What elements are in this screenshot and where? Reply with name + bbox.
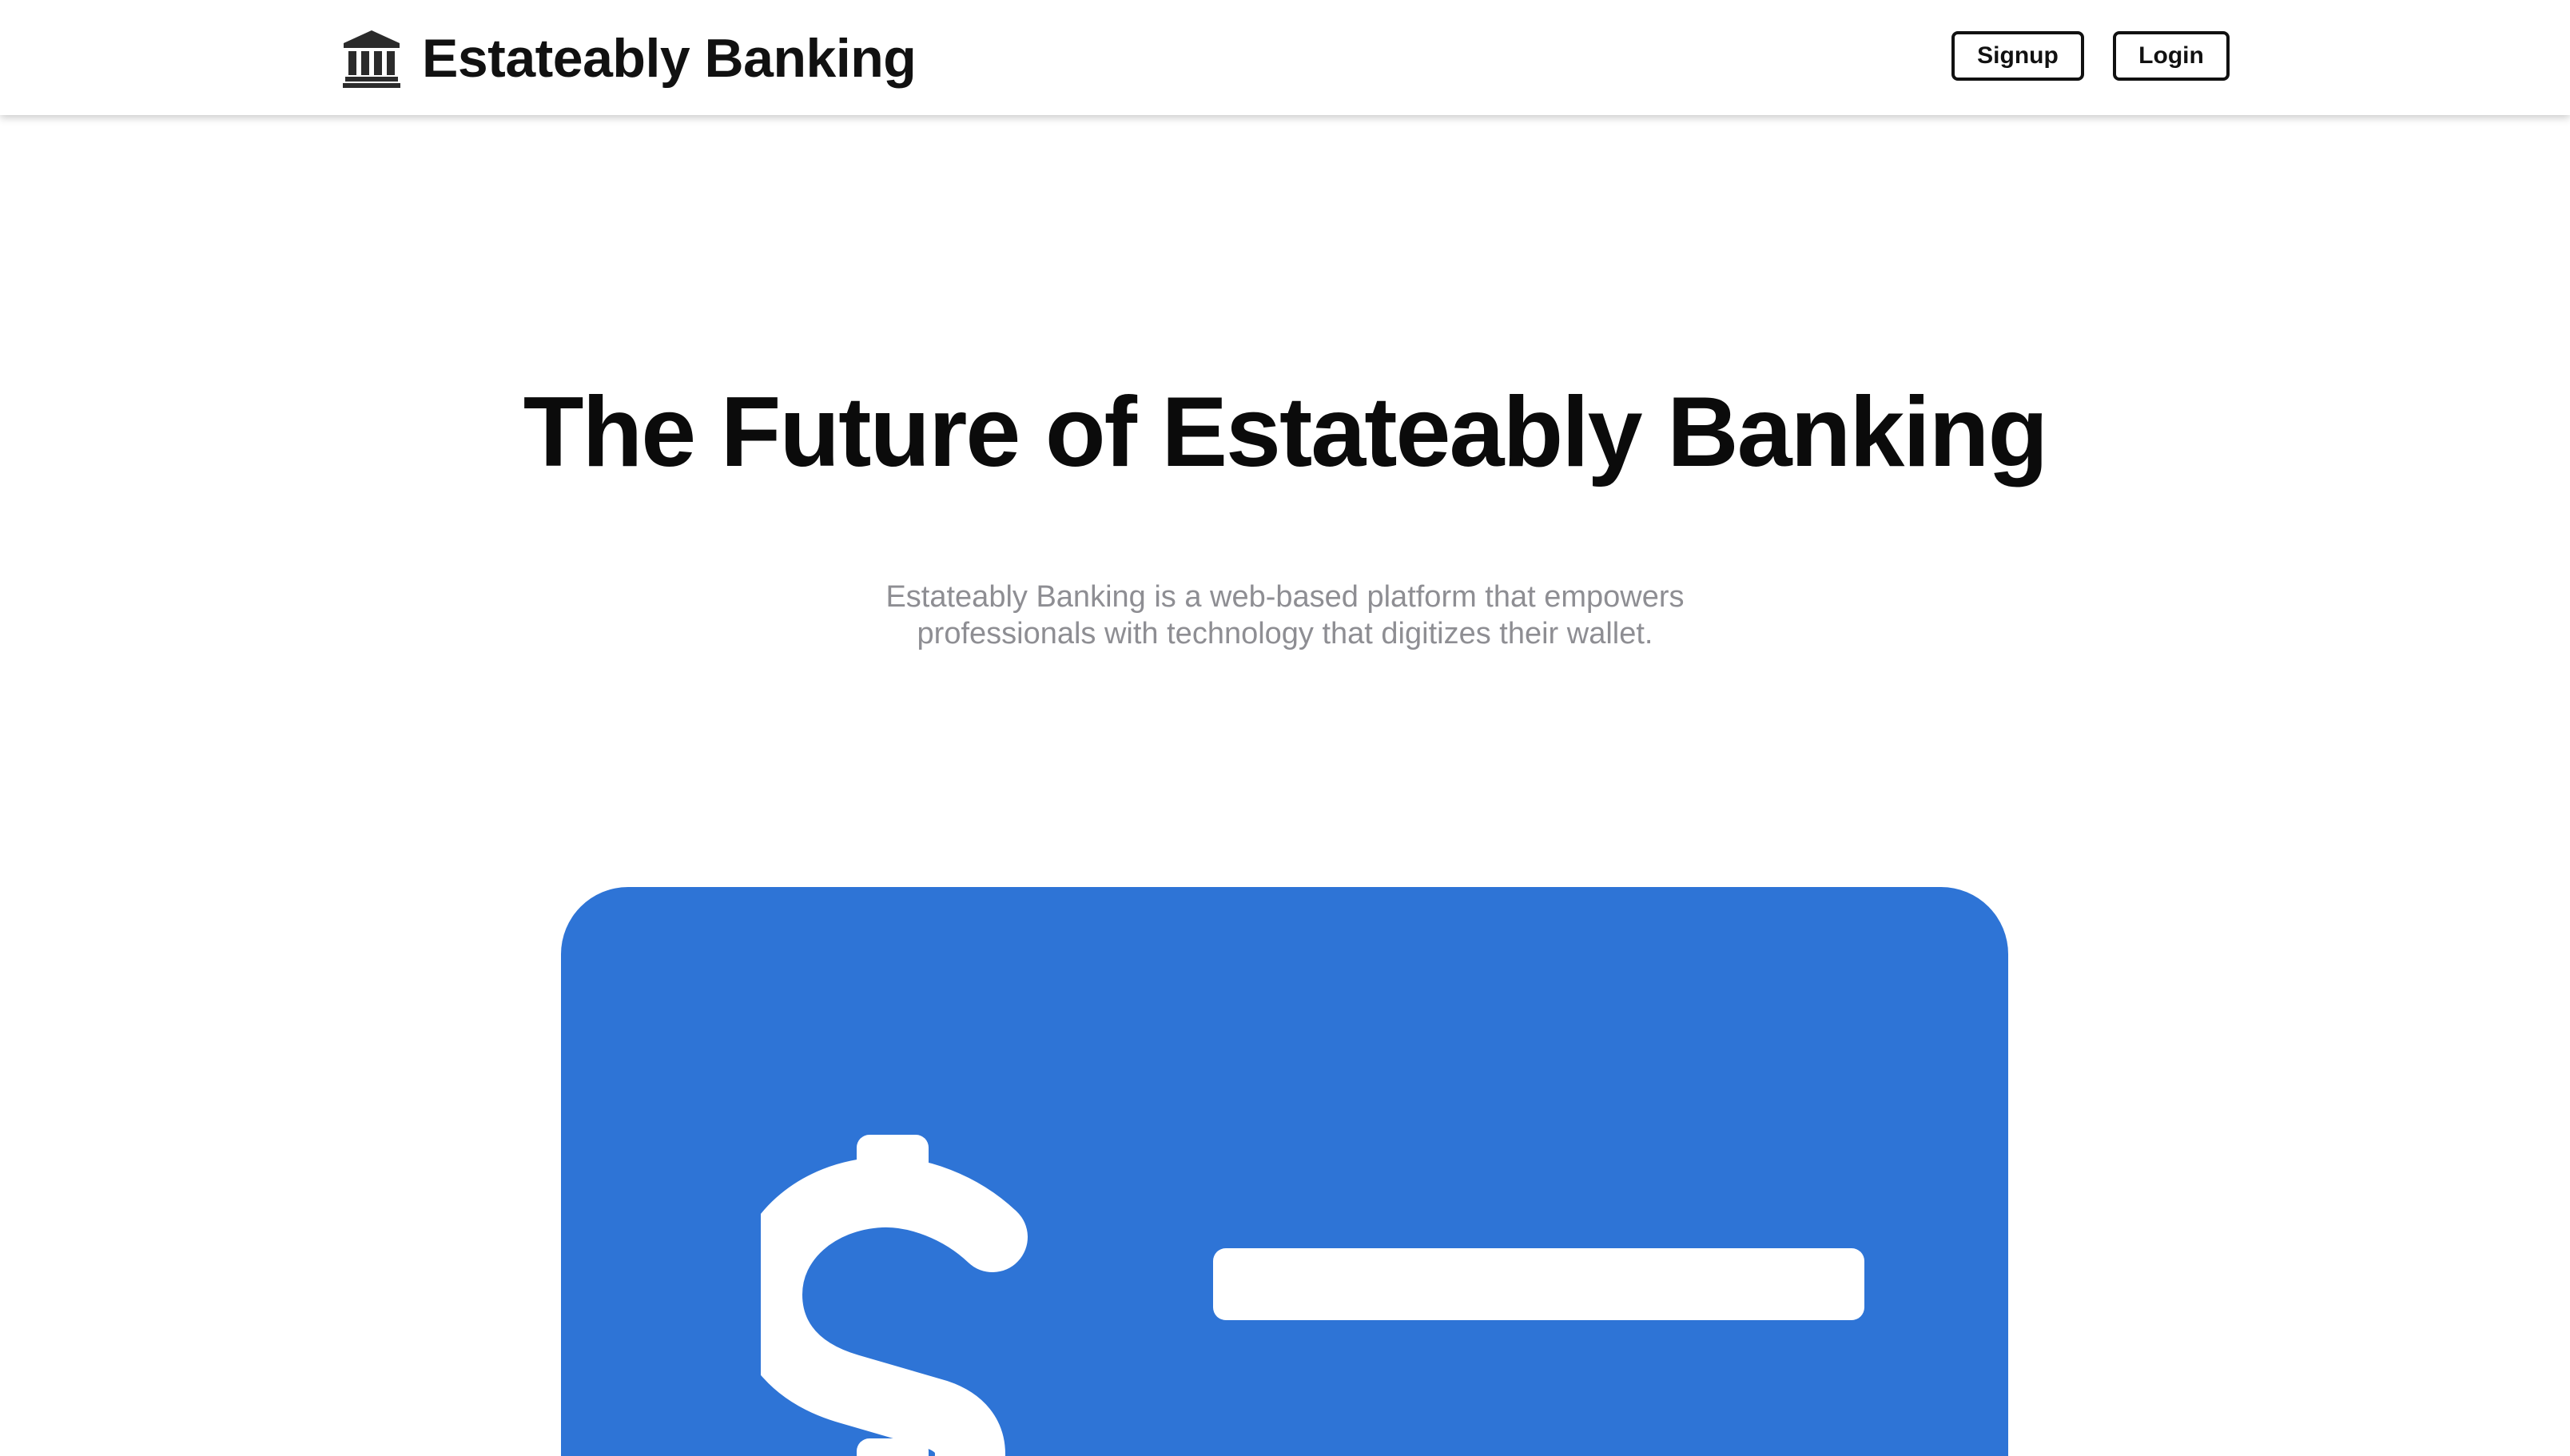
top-navbar: Estateably Banking Signup Login: [0, 0, 2570, 115]
signup-button[interactable]: Signup: [1951, 31, 2084, 81]
bank-icon: [343, 30, 400, 88]
placeholder-bar: [1213, 1248, 1864, 1320]
hero-subtitle: Estateably Banking is a web-based platfo…: [885, 580, 1685, 650]
dollar-icon: [761, 1135, 1028, 1456]
brand-logo[interactable]: Estateably Banking: [340, 24, 917, 93]
brand-name: Estateably Banking: [422, 28, 917, 89]
hero-illustration-card: [561, 887, 2008, 1456]
hero-title: The Future of Estateably Banking: [523, 377, 2049, 487]
landing-page: Estateably Banking Signup Login The Futu…: [0, 0, 2570, 1456]
login-button[interactable]: Login: [2113, 31, 2230, 81]
